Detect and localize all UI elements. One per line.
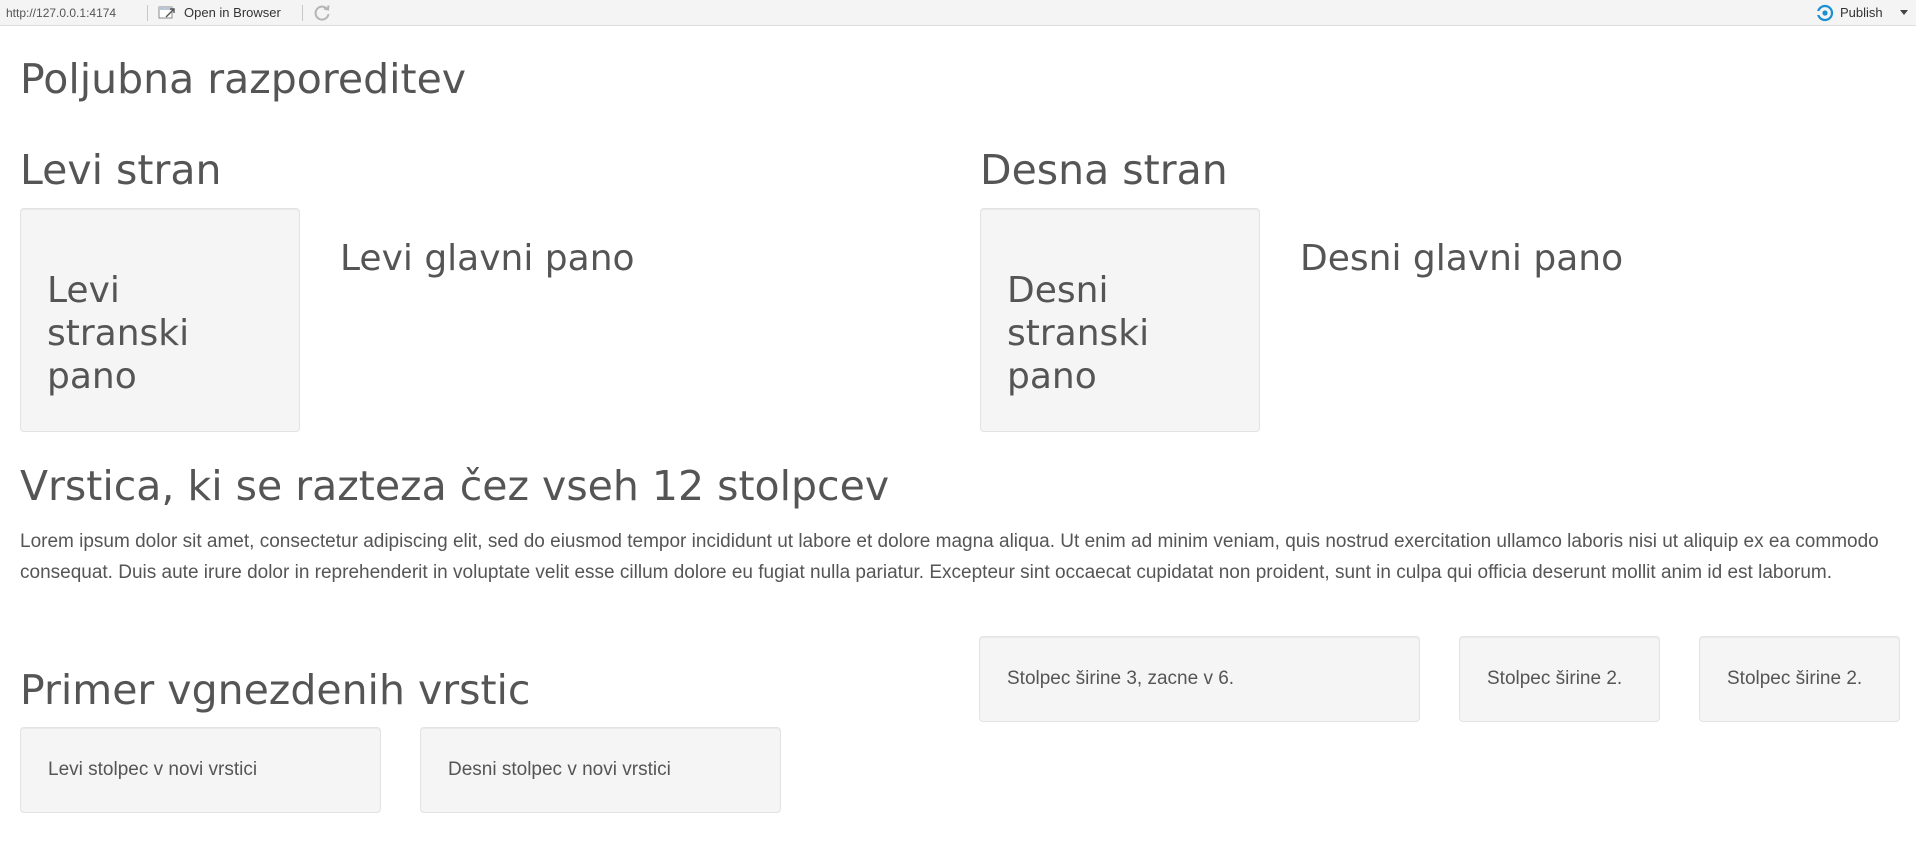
publish-icon[interactable] xyxy=(1815,4,1835,22)
right-sidebar-panel: Desni stranski pano xyxy=(980,208,1260,432)
nested-right-column: Desni stolpec v novi vrstici xyxy=(420,727,781,813)
offset-column-width-3: Stolpec širine 3, zacne v 6. xyxy=(979,636,1420,722)
column-width-2-a: Stolpec širine 2. xyxy=(1459,636,1660,722)
toolbar-divider xyxy=(147,5,148,21)
lorem-paragraph: Lorem ipsum dolor sit amet, consectetur … xyxy=(20,531,1879,583)
column-width-2-b: Stolpec širine 2. xyxy=(1699,636,1900,722)
left-section-heading: Levi stran xyxy=(20,146,222,194)
left-main-panel-label: Levi glavni pano xyxy=(340,238,635,279)
right-section-heading: Desna stran xyxy=(980,146,1228,194)
refresh-icon[interactable] xyxy=(312,3,332,23)
nested-right-column-label: Desni stolpec v novi vrstici xyxy=(448,759,671,780)
open-in-browser-icon[interactable] xyxy=(158,5,176,21)
left-sidebar-panel: Levi stranski pano xyxy=(20,208,300,432)
nested-left-column-label: Levi stolpec v novi vrstici xyxy=(48,759,258,780)
toolbar-divider xyxy=(302,5,303,21)
left-sidebar-label: Levi stranski pano xyxy=(47,270,190,397)
full-row-heading: Vrstica, ki se razteza čez vseh 12 stolp… xyxy=(20,462,890,510)
page-title: Poljubna razporeditev xyxy=(20,55,467,103)
right-main-panel-label: Desni glavni pano xyxy=(1300,238,1624,279)
nested-left-column: Levi stolpec v novi vrstici xyxy=(20,727,381,813)
offset-column-width-3-label: Stolpec širine 3, zacne v 6. xyxy=(1007,668,1235,689)
column-width-2-b-label: Stolpec širine 2. xyxy=(1727,668,1863,689)
column-width-2-a-label: Stolpec širine 2. xyxy=(1487,668,1623,689)
url-text[interactable]: http://127.0.0.1:4174 xyxy=(6,0,116,26)
publish-button[interactable]: Publish xyxy=(1840,0,1883,26)
chevron-down-icon[interactable] xyxy=(1900,10,1908,16)
right-sidebar-label: Desni stranski pano xyxy=(1007,270,1150,397)
viewer-toolbar: http://127.0.0.1:4174 Open in Browser Pu… xyxy=(0,0,1916,26)
open-in-browser-button[interactable]: Open in Browser xyxy=(184,0,281,26)
nested-rows-heading: Primer vgnezdenih vrstic xyxy=(20,666,531,714)
